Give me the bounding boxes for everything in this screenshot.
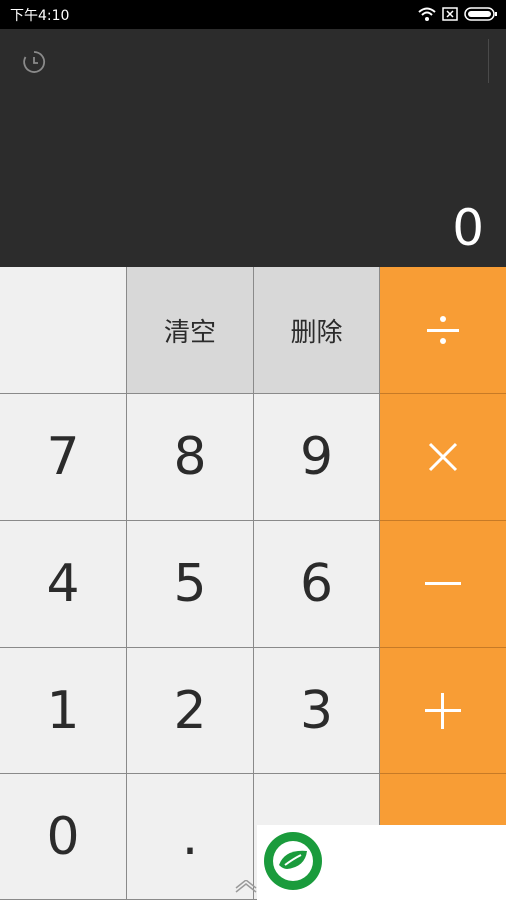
digit-2-button[interactable]: 2: [127, 648, 254, 774]
minus-icon: [425, 582, 461, 585]
digit-0-button[interactable]: 0: [0, 774, 127, 900]
digit-9-button[interactable]: 9: [254, 394, 380, 521]
logo-overlay: [257, 825, 506, 900]
digit-1-button[interactable]: 1: [0, 648, 127, 774]
add-button[interactable]: [380, 648, 506, 774]
sim-off-icon: [442, 7, 458, 21]
digit-6-button[interactable]: 6: [254, 521, 380, 648]
leaf-logo-icon: [264, 832, 322, 890]
digit-3-button[interactable]: 3: [254, 648, 380, 774]
delete-button[interactable]: 删除: [254, 267, 380, 394]
status-time: 下午4:10: [10, 8, 70, 24]
calculator-display: 0: [0, 29, 506, 267]
digit-4-button[interactable]: 4: [0, 521, 127, 648]
wifi-icon: [418, 7, 436, 21]
display-divider: [488, 39, 489, 83]
keypad: 清空 删除 7 8 9 4 5 6 1 2 3 0 .: [0, 267, 506, 900]
chevron-up-icon[interactable]: [234, 880, 258, 894]
divide-button[interactable]: [380, 267, 506, 394]
status-bar: 下午4:10: [0, 0, 506, 29]
blank-key: [0, 267, 127, 394]
plus-icon: [425, 692, 461, 729]
multiply-button[interactable]: [380, 394, 506, 521]
digit-8-button[interactable]: 8: [127, 394, 254, 521]
status-icons: [418, 6, 498, 22]
clear-button[interactable]: 清空: [127, 267, 254, 394]
subtract-button[interactable]: [380, 521, 506, 648]
history-icon[interactable]: [20, 48, 48, 76]
display-value: 0: [452, 199, 484, 257]
digit-7-button[interactable]: 7: [0, 394, 127, 521]
multiply-icon: [428, 442, 458, 472]
divide-icon: [427, 316, 459, 344]
digit-5-button[interactable]: 5: [127, 521, 254, 648]
battery-icon: [464, 7, 497, 21]
